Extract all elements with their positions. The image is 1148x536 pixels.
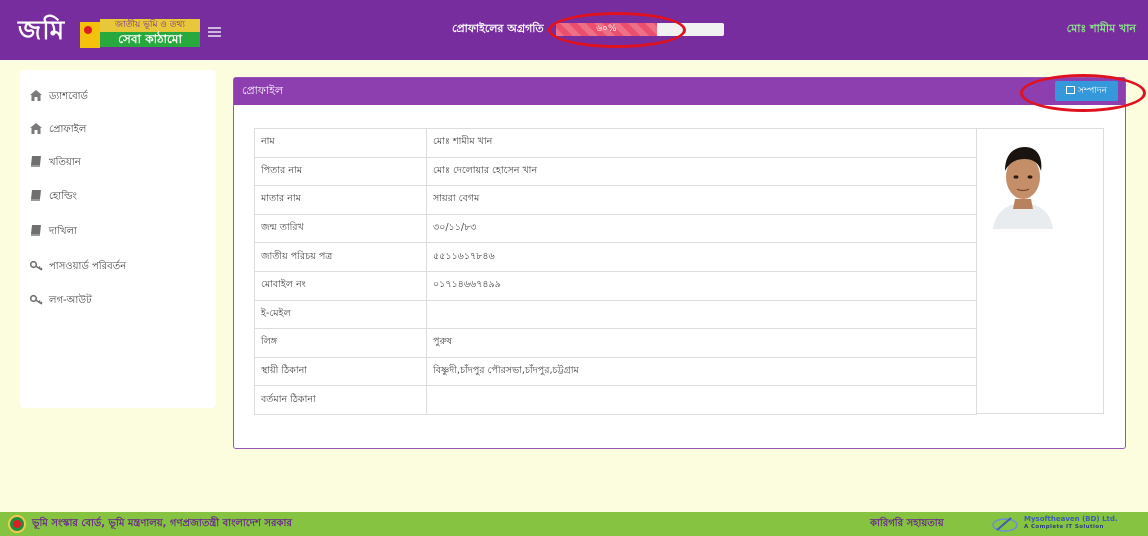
field-label: ই-মেইল [254,299,427,330]
field-value: ০১৭১৪৬৬৭৪৯৯ [426,270,977,301]
field-label: জন্ম তারিখ [254,213,427,244]
footer-org-text: ভূমি সংস্কার বোর্ড, ভূমি মন্ত্রণালয়, গণ… [32,518,292,529]
field-label: লিঙ্গ [254,328,427,358]
table-row: মোবাইল নং ০১৭১৪৬৬৭৪৯৯ [254,270,977,301]
profile-panel: প্রোফাইল সম্পাদন নাম মোঃ শামীম খান পিতার ন… [233,77,1126,449]
key-icon [29,260,43,272]
home-icon [29,90,43,102]
field-value [426,385,977,415]
edit-highlight-ring [1020,74,1146,112]
sidebar-item-change-password[interactable]: পাসওয়ার্ড পরিবর্তন [29,256,209,278]
sidebar-item-label: পাসওয়ার্ড পরিবর্তন [49,261,127,272]
profile-progress-label: প্রোফাইলের অগ্রগতি [452,22,544,35]
field-value: বিষ্ণুদী,চাঁদপুর পৌরসভা,চাঁদপুর,চট্টগ্রা… [426,356,977,387]
key-icon [29,294,43,306]
table-row: বর্তমান ঠিকানা [254,385,977,415]
field-label: স্থায়ী ঠিকানা [254,356,427,387]
field-label: মাতার নাম [254,185,427,215]
book-icon [29,156,43,168]
logo-subtitle-top: জাতীয় ভূমি ও তথ্য [100,19,200,32]
profile-photo-cell [977,128,1104,414]
sidebar: ড্যাশবোর্ড প্রোফাইল খতিয়ান হোল্ডিং দাখি… [20,70,216,408]
book-icon [29,190,43,202]
top-header: জমি জাতীয় ভূমি ও তথ্য সেবা কাঠামো প্রোফ… [0,0,1148,60]
logo-main-text: জমি [18,16,66,46]
table-row: জাতীয় পরিচয় পত্র ৫৫১১৬১৭৮৪৬ [254,242,977,272]
field-label: নাম [254,128,427,158]
field-value: ৫৫১১৬১৭৮৪৬ [426,242,977,272]
field-value: মোঃ শামীম খান [426,128,977,158]
table-row: পিতার নাম মোঃ দেলোয়ার হোসেন খান [254,156,977,187]
field-value: সায়রা বেগম [426,185,977,215]
field-label: মোবাইল নং [254,270,427,301]
profile-info-table: নাম মোঃ শামীম খান পিতার নাম মোঃ দেলোয়ার হো… [254,128,977,415]
vendor-brand-name[interactable]: Mysoftheaven (BD) Ltd. [1024,515,1118,523]
vendor-logo-icon [992,517,1018,532]
sidebar-item-label: খতিয়ান [49,157,81,168]
menu-toggle-icon[interactable] [208,27,221,37]
sidebar-item-profile[interactable]: প্রোফাইল [29,119,209,141]
sidebar-item-logout[interactable]: লগ-আউট [29,290,209,312]
book-icon [29,225,43,237]
field-value: মোঃ দেলোয়ার হোসেন খান [426,156,977,187]
field-label: বর্তমান ঠিকানা [254,385,427,415]
vendor-brand-tagline: A Complete IT Solution [1024,524,1104,530]
field-value: ৩০/১১/৮৩ [426,213,977,244]
sidebar-item-label: হোল্ডিং [49,191,77,202]
sidebar-item-label: দাখিলা [49,226,77,237]
logo-subtitle-bottom: সেবা কাঠামো [118,32,182,46]
sidebar-item-dashboard[interactable]: ড্যাশবোর্ড [29,86,209,108]
sidebar-item-label: ড্যাশবোর্ড [49,91,88,102]
footer: ভূমি সংস্কার বোর্ড, ভূমি মন্ত্রণালয়, গণ… [0,512,1148,536]
sidebar-item-dakhila[interactable]: দাখিলা [29,221,209,243]
panel-title: প্রোফাইল [242,84,284,97]
table-row: জন্ম তারিখ ৩০/১১/৮৩ [254,213,977,244]
logo-subtitle-box: জাতীয় ভূমি ও তথ্য সেবা কাঠামো [100,19,200,47]
progress-highlight-ring [548,12,686,48]
field-label: জাতীয় পরিচয় পত্র [254,242,427,272]
table-row: মাতার নাম সায়রা বেগম [254,185,977,215]
table-row: ই-মেইল [254,299,977,330]
table-row: স্থায়ী ঠিকানা বিষ্ণুদী,চাঁদপুর পৌরসভা,চা… [254,356,977,387]
government-seal-icon [8,515,26,533]
sidebar-item-label: প্রোফাইল [49,124,87,135]
profile-photo [987,139,1059,229]
sidebar-item-label: লগ-আউট [49,295,92,306]
field-label: পিতার নাম [254,156,427,187]
sidebar-item-holding[interactable]: হোল্ডিং [29,186,209,208]
table-row: নাম মোঃ শামীম খান [254,128,977,158]
logo-flag-icon [80,22,100,48]
field-value [426,299,977,330]
home-icon [29,123,43,135]
sidebar-item-khatian[interactable]: খতিয়ান [29,152,209,174]
field-value: পুরুষ [426,328,977,358]
profile-panel-header: প্রোফাইল সম্পাদন [234,78,1125,105]
app-logo[interactable]: জমি জাতীয় ভূমি ও তথ্য সেবা কাঠামো [18,16,202,48]
footer-tech-support-text: কারিগরি সহায়তায় [870,518,944,529]
user-name-link[interactable]: মোঃ শামীম খান [1067,22,1136,36]
table-row: লিঙ্গ পুরুষ [254,328,977,358]
